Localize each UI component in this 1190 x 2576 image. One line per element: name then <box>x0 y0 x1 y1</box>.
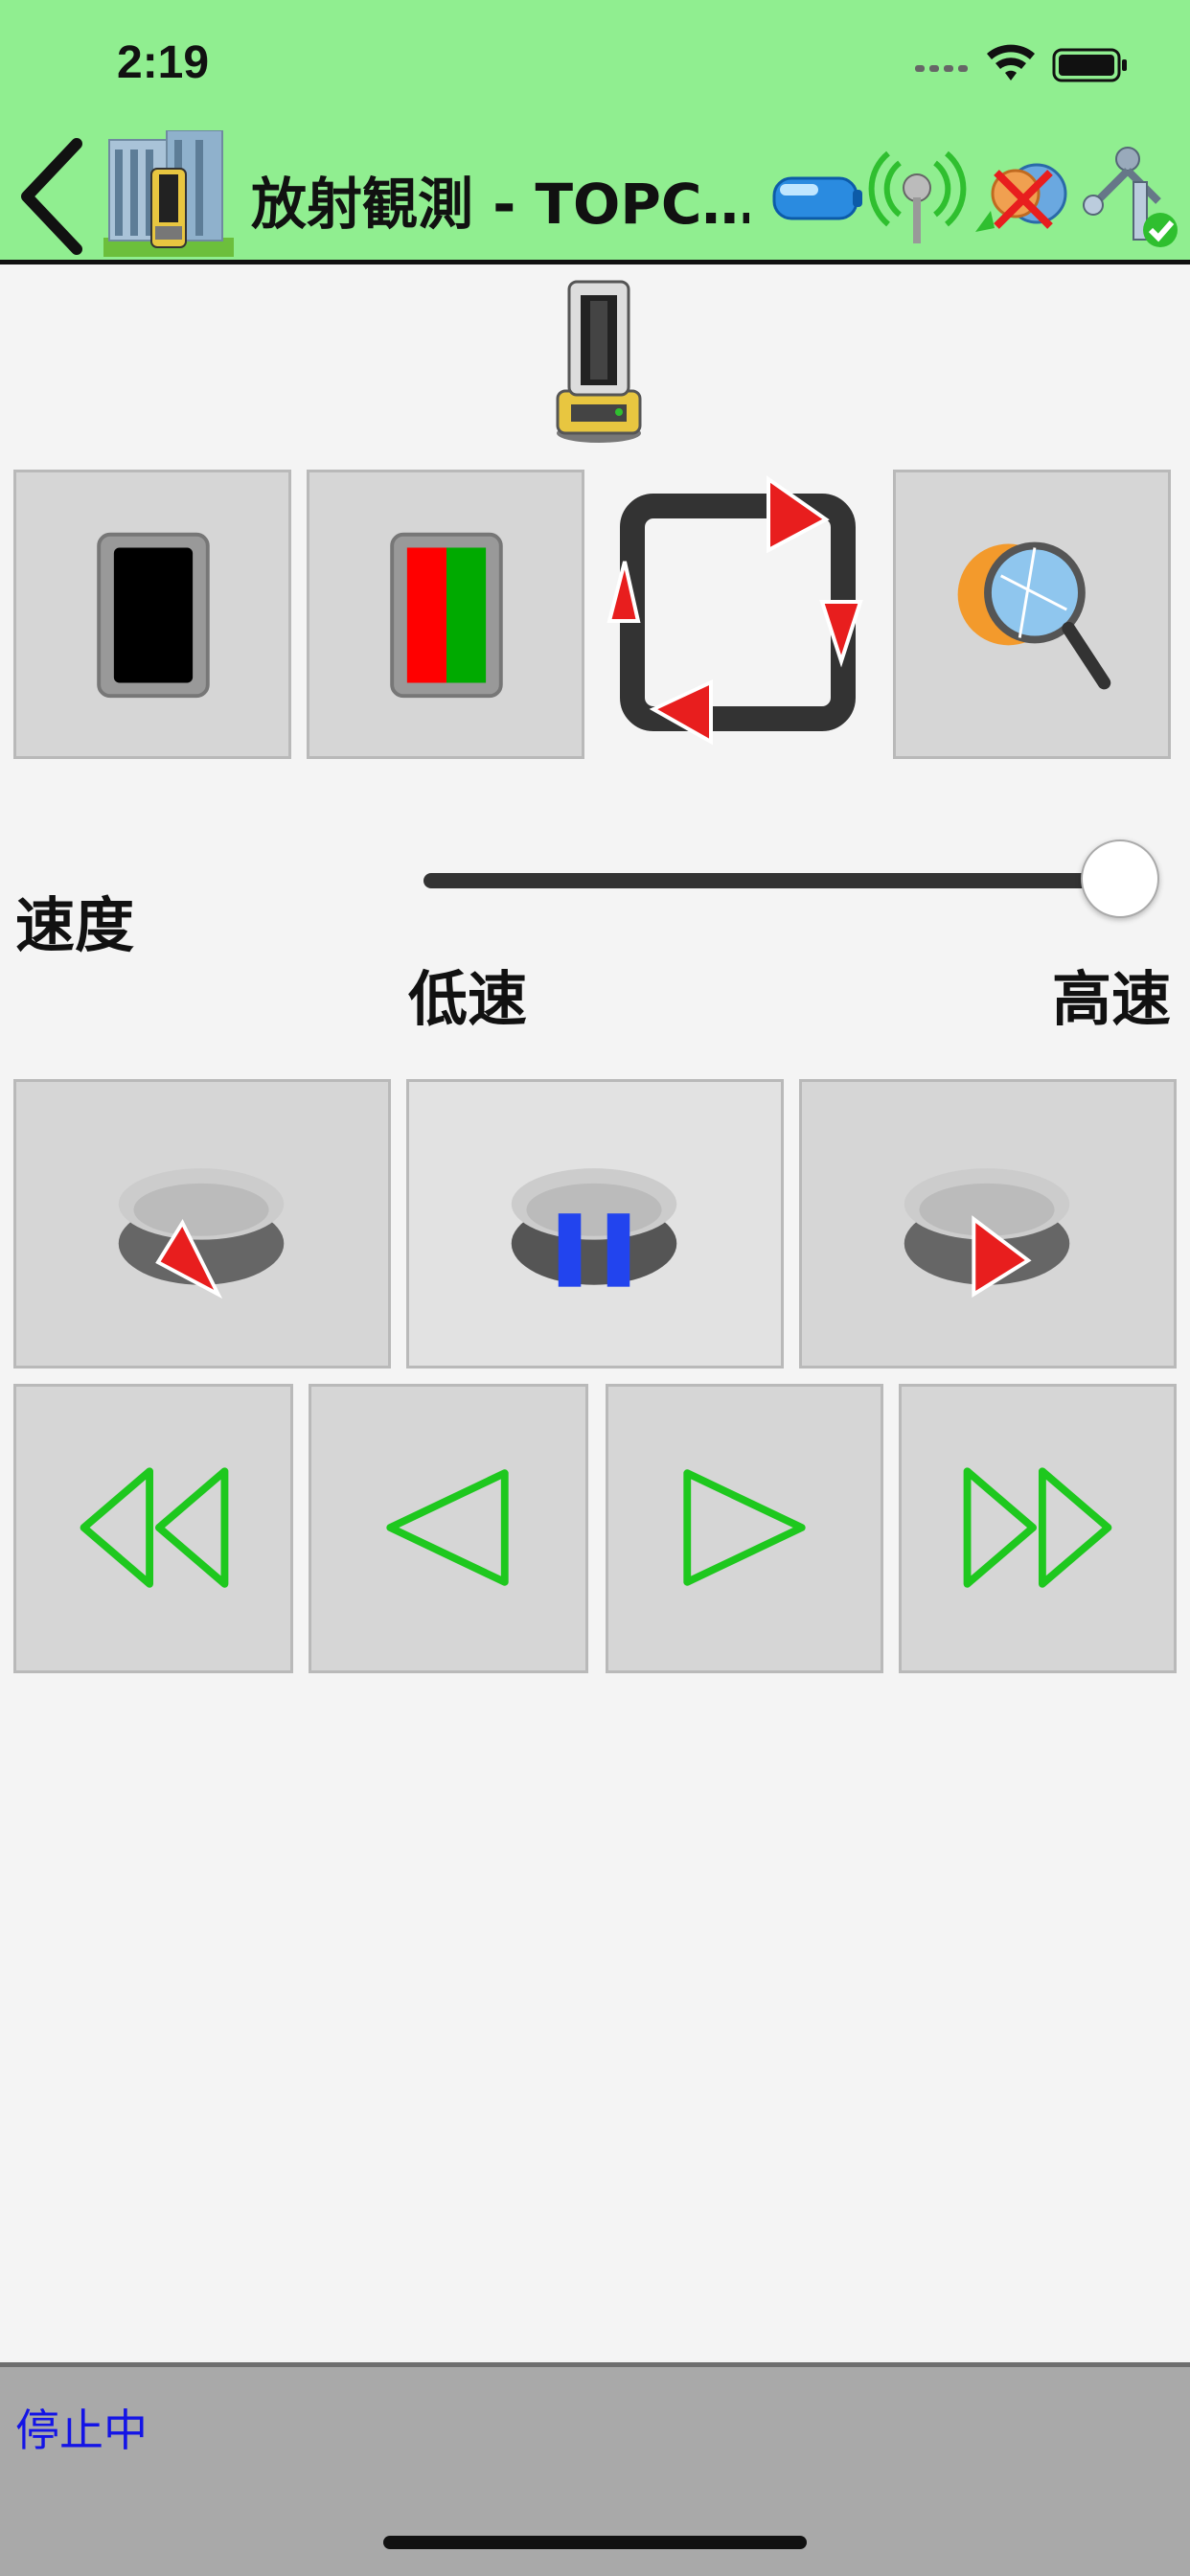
rotate-left-icon <box>118 1168 285 1300</box>
rotate-right-icon <box>904 1168 1070 1299</box>
instrument-ok-icon <box>1083 147 1178 247</box>
home-indicator[interactable] <box>383 2536 807 2549</box>
red-green-panel-icon <box>390 532 503 699</box>
fast-backward-icon <box>80 1467 229 1588</box>
rotate-left-button[interactable] <box>13 1079 391 1368</box>
cellular-signal-icon <box>915 65 968 72</box>
battery-icon <box>772 176 862 220</box>
black-panel-icon <box>97 532 210 699</box>
screen-title: 放射観測 - TOPC… <box>251 172 749 237</box>
step-backward-icon <box>386 1469 509 1586</box>
status-time: 2:19 <box>117 37 210 88</box>
fast-forward-button[interactable] <box>899 1384 1177 1673</box>
navigation-header: 2:19 放射観測 - TOPC… <box>0 0 1190 264</box>
laser-off-button[interactable] <box>13 470 291 759</box>
fast-forward-icon <box>963 1467 1112 1588</box>
rotate-cycle-button[interactable] <box>600 470 878 759</box>
speed-low-label: 低速 <box>408 964 528 1034</box>
speed-label: 速度 <box>15 890 135 960</box>
step-backward-button[interactable] <box>309 1384 588 1673</box>
footer-status-text: 停止中 <box>15 2404 148 2456</box>
pause-rotation-button[interactable] <box>406 1079 784 1368</box>
laser-on-button[interactable] <box>307 470 584 759</box>
prism-unlock-icon <box>975 163 1067 232</box>
speed-high-label: 高速 <box>1052 964 1172 1034</box>
step-forward-icon <box>683 1469 806 1586</box>
speed-slider-track[interactable] <box>423 873 1119 888</box>
status-bar-icons <box>915 44 1127 82</box>
pause-rotation-icon <box>511 1168 677 1287</box>
radio-signal-icon <box>868 150 967 243</box>
speed-slider-thumb[interactable] <box>1081 840 1159 918</box>
fast-backward-button[interactable] <box>13 1384 293 1673</box>
station-building-icon <box>103 130 234 257</box>
step-forward-button[interactable] <box>606 1384 883 1673</box>
wifi-icon <box>987 44 1035 80</box>
rotate-cycle-icon <box>606 475 863 746</box>
rotate-right-button[interactable] <box>799 1079 1177 1368</box>
back-chevron-icon[interactable] <box>13 134 90 259</box>
search-prism-button[interactable] <box>893 470 1171 759</box>
battery-status-icon <box>1052 48 1127 82</box>
total-station-icon <box>556 280 642 443</box>
search-prism-icon <box>957 541 1111 690</box>
